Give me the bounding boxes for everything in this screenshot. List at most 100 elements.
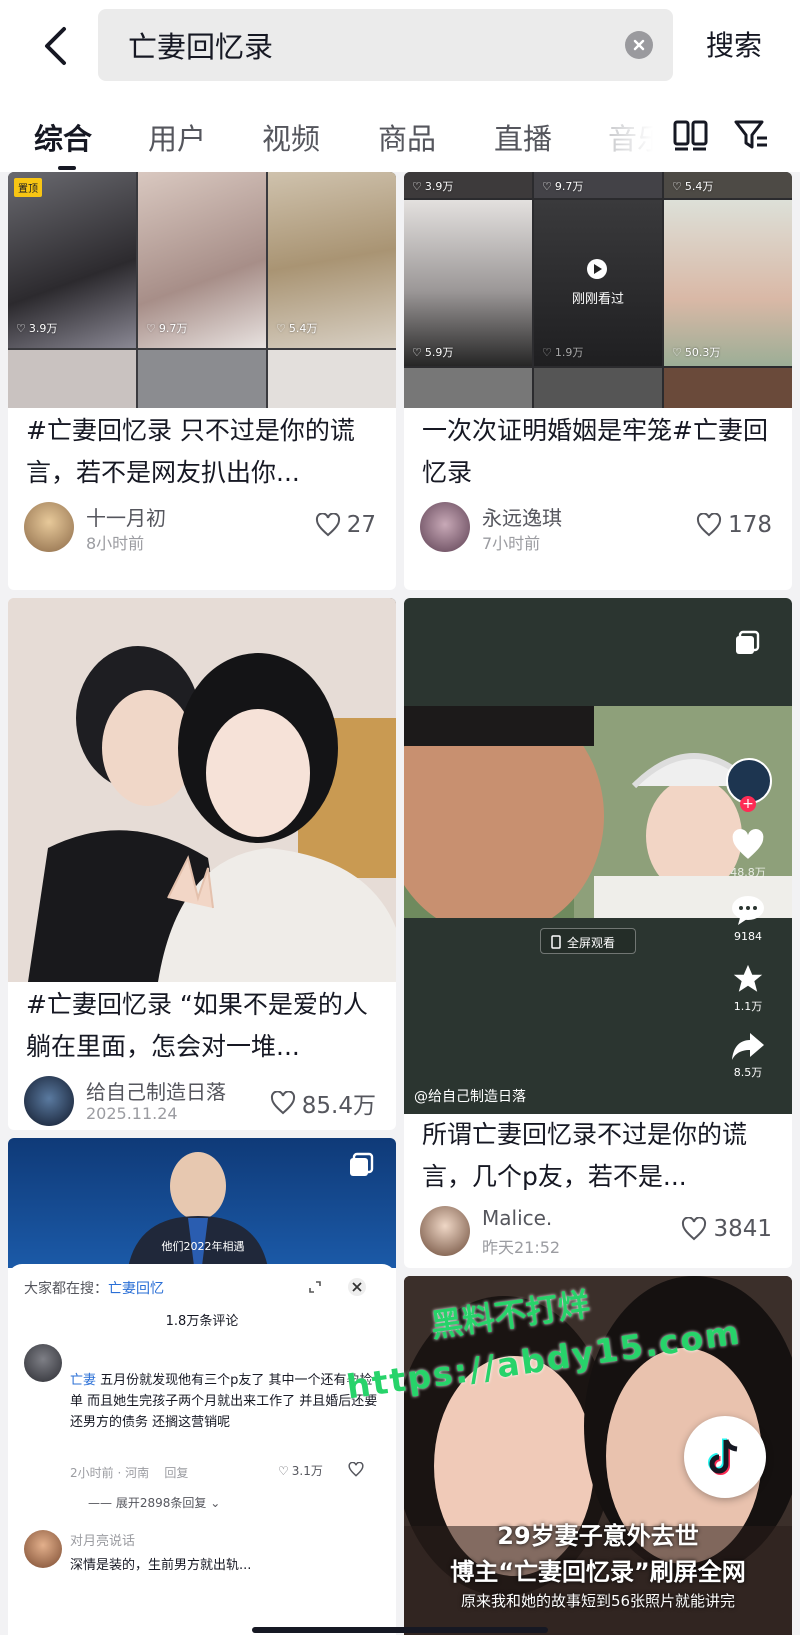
card-meta: 给自己制造日落 2025.11.24 85.4万 xyxy=(24,1076,380,1128)
headline-line2: 博主“亡妻回忆录”刷屏全网 xyxy=(450,1558,746,1586)
photo-tile xyxy=(138,350,266,408)
video-frame xyxy=(404,706,792,918)
fullscreen-button[interactable]: 全屏观看 xyxy=(540,928,636,954)
comment-text: 深情是装的，生前男方就出轨... xyxy=(70,1558,252,1573)
tab-videos[interactable]: 视频 xyxy=(262,116,320,158)
back-arrow-icon xyxy=(45,27,66,65)
post-time: 8小时前 xyxy=(86,534,145,553)
heart-icon: ♡ xyxy=(672,345,682,359)
heart-icon: ♡ xyxy=(542,345,552,359)
tab-fade xyxy=(590,100,680,172)
result-card[interactable]: 全屏观看 + 48.8万 9184 1.1万 8.5万 @给自己制造日落 所谓亡… xyxy=(404,598,792,1268)
photo-tile xyxy=(404,200,532,366)
share-icon[interactable] xyxy=(730,1030,766,1062)
fullscreen-icon xyxy=(551,935,561,949)
author-name[interactable]: 给自己制造日落 xyxy=(86,1076,226,1105)
follow-plus-icon[interactable]: + xyxy=(740,796,756,812)
multi-image-icon xyxy=(350,1152,374,1176)
douyin-logo-icon xyxy=(708,1438,738,1475)
tile-like-count: ♡ 3.9万 xyxy=(16,321,58,336)
card-thumbnail: 置顶 ♡ 3.9万 ♡ 9.7万 ♡ 5.4万 xyxy=(8,172,396,408)
tab-users[interactable]: 用户 xyxy=(148,116,206,158)
tab-all[interactable]: 综合 xyxy=(34,116,92,158)
side-favorite-count: 1.1万 xyxy=(733,1000,763,1013)
result-card[interactable]: ♡ 3.9万 ♡ 9.7万 ♡ 5.4万 ♡ 5.9万 ♡ 1.9万 ♡ 50.3万 刚刚看… xyxy=(404,172,792,590)
result-card[interactable]: 他们2022年相遇 大家都在搜：亡妻回忆 1.8万条评论 亡妻 五月份就发现他有… xyxy=(8,1138,396,1635)
video-handle: @给自己制造日落 xyxy=(414,1089,526,1105)
heart-icon: ♡ xyxy=(672,179,682,193)
search-input[interactable]: 亡妻回忆录 xyxy=(98,9,673,81)
heart-icon: ♡ xyxy=(146,321,156,335)
top-bar: 亡妻回忆录 搜索 xyxy=(0,0,800,92)
side-like-count: 48.8万 xyxy=(730,866,766,879)
search-query-text: 亡妻回忆录 xyxy=(128,30,274,64)
card-title: 一次次证明婚姻是牢笼#亡妻回忆录 xyxy=(422,416,768,487)
avatar[interactable] xyxy=(420,502,470,552)
double-column-icon[interactable] xyxy=(672,116,710,154)
photo-tile xyxy=(664,200,792,366)
avatar[interactable] xyxy=(24,502,74,552)
filter-icon[interactable] xyxy=(732,116,770,154)
category-tabs: 综合 用户 视频 商品 直播 音乐 xyxy=(0,100,800,172)
heart-icon: ♡ xyxy=(542,179,552,193)
reply-button[interactable]: 回复 xyxy=(164,1466,188,1480)
heart-icon: ♡ xyxy=(278,1463,289,1478)
card-thumbnail xyxy=(8,598,396,982)
expand-replies-button[interactable]: —— 展开2898条回复 ⌄ xyxy=(88,1494,220,1511)
comment-meta: 2小时前 · 河南 回复 xyxy=(70,1466,189,1480)
like-count[interactable]: 3841 xyxy=(681,1216,772,1242)
post-time: 2025.11.24 xyxy=(86,1104,178,1123)
heart-outline-icon xyxy=(697,513,722,537)
heart-icon: ♡ xyxy=(16,321,26,335)
card-thumbnail: 他们2022年相遇 xyxy=(8,1138,396,1268)
close-icon[interactable] xyxy=(348,1278,366,1296)
trending-search[interactable]: 大家都在搜：亡妻回忆 xyxy=(24,1278,164,1298)
expand-icon[interactable] xyxy=(308,1280,322,1294)
avatar[interactable] xyxy=(24,1530,62,1568)
douyin-logo-button[interactable] xyxy=(684,1416,766,1498)
tile-like-count: ♡ 5.4万 xyxy=(672,179,714,194)
like-heart-icon[interactable] xyxy=(730,828,766,862)
heart-icon: ♡ xyxy=(412,179,422,193)
tile-like-count: ♡ 9.7万 xyxy=(542,179,584,194)
result-card[interactable]: #亡妻回忆录 “如果不是爱的人躺在里面，怎会对一堆... 给自己制造日落 202… xyxy=(8,598,396,1130)
card-meta: Malice. 昨天21:52 3841 xyxy=(420,1206,776,1258)
headline-line1: 29岁妻子意外去世 xyxy=(497,1522,699,1550)
favorite-star-icon[interactable] xyxy=(730,962,766,996)
comment-like-count[interactable]: ♡ 3.1万 xyxy=(278,1462,323,1479)
card-title: #亡妻回忆录 “如果不是爱的人躺在里面，怎会对一堆... xyxy=(26,990,368,1061)
card-thumbnail: ♡ 3.9万 ♡ 9.7万 ♡ 5.4万 ♡ 5.9万 ♡ 1.9万 ♡ 50.3万 刚刚看… xyxy=(404,172,792,408)
avatar[interactable] xyxy=(420,1206,470,1256)
tab-products[interactable]: 商品 xyxy=(378,116,436,158)
tile-like-count: ♡ 1.9万 xyxy=(542,345,584,360)
avatar[interactable] xyxy=(24,1076,74,1126)
heart-outline-icon xyxy=(315,513,340,537)
like-count[interactable]: 27 xyxy=(315,512,376,538)
tab-live[interactable]: 直播 xyxy=(494,116,552,158)
dislike-heart-icon[interactable] xyxy=(348,1462,364,1477)
card-title: 所谓亡妻回忆录不过是你的谎言，几个p友，若不是... xyxy=(422,1120,748,1191)
heart-icon: ♡ xyxy=(276,321,286,335)
author-name[interactable]: Malice. xyxy=(482,1206,552,1230)
result-card[interactable]: 置顶 ♡ 3.9万 ♡ 9.7万 ♡ 5.4万 #亡妻回忆录 只不过是你的谎言，若不是… xyxy=(8,172,396,590)
photo-tile xyxy=(534,200,662,366)
author-name[interactable]: 永远逸琪 xyxy=(482,502,562,531)
comment-count: 1.8万条评论 xyxy=(165,1314,239,1329)
comment-icon[interactable] xyxy=(730,894,766,926)
active-tab-indicator xyxy=(58,166,76,170)
clear-search-icon[interactable] xyxy=(625,31,653,59)
home-indicator xyxy=(252,1627,548,1633)
avatar[interactable] xyxy=(24,1344,62,1382)
photo-tile xyxy=(268,350,396,408)
tile-like-count: ♡ 5.4万 xyxy=(276,321,318,336)
tile-like-count: ♡ 5.9万 xyxy=(412,345,454,360)
back-button[interactable] xyxy=(30,18,80,74)
comment-panel: 大家都在搜：亡妻回忆 1.8万条评论 亡妻 五月份就发现他有三个p友了 其中一个… xyxy=(8,1264,396,1635)
comment-author[interactable]: 对月亮说话 xyxy=(70,1530,135,1549)
couple-photo xyxy=(8,598,396,982)
card-meta: 十一月初 8小时前 27 xyxy=(24,502,380,554)
search-button[interactable]: 搜索 xyxy=(706,24,762,64)
like-count[interactable]: 85.4万 xyxy=(270,1086,376,1120)
author-name[interactable]: 十一月初 xyxy=(86,502,166,531)
like-count[interactable]: 178 xyxy=(696,512,772,538)
